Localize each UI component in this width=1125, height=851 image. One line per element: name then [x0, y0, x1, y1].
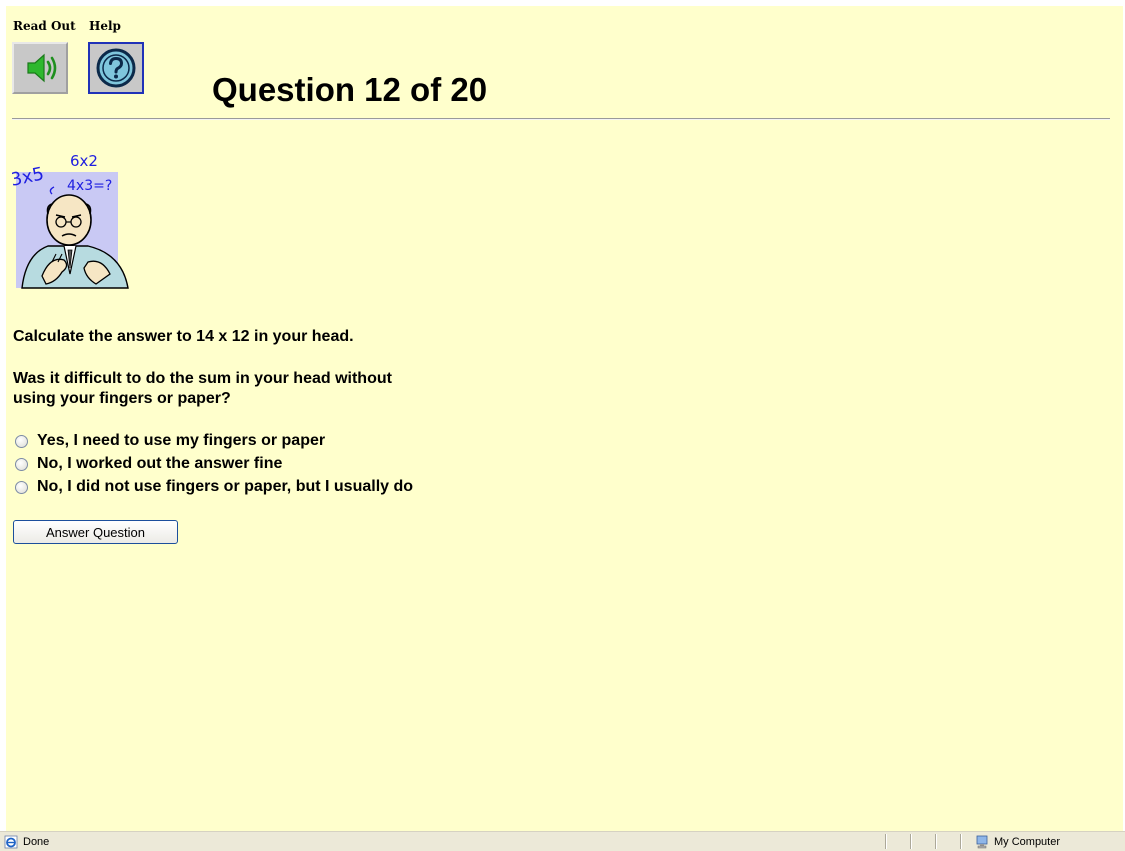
answer-option-3[interactable]: No, I did not use fingers or paper, but … — [15, 477, 413, 497]
zone-text: My Computer — [994, 836, 1061, 848]
question-mark-icon — [96, 48, 136, 88]
answer-option-2[interactable]: No, I worked out the answer fine — [15, 454, 282, 474]
computer-icon — [976, 835, 988, 849]
radio-button[interactable] — [15, 457, 28, 471]
question-prompt-line-1: Was it difficult to do the sum in your h… — [13, 370, 392, 387]
status-left: Done — [4, 835, 49, 849]
status-divider — [960, 834, 962, 849]
question-prompt-line-2: using your fingers or paper? — [13, 390, 231, 407]
radio-button[interactable] — [15, 434, 28, 448]
speaker-icon — [27, 53, 57, 83]
radio-button[interactable] — [15, 480, 28, 494]
math-text-3: 4x3=? — [67, 178, 112, 194]
help-button[interactable] — [88, 42, 144, 94]
page-title: Question 12 of 20 — [212, 71, 488, 108]
security-zone: My Computer — [975, 835, 1060, 849]
page-content — [6, 6, 1123, 831]
thinking-man-math-icon: 3x5 6x2 4x3=? — [9, 148, 134, 295]
question-instruction: Calculate the answer to 14 x 12 in your … — [13, 328, 354, 345]
read-out-label: Read Out — [13, 19, 76, 33]
math-text-2: 6x2 — [70, 152, 98, 170]
answer-question-button[interactable]: Answer Question — [13, 520, 178, 544]
answer-option-label: No, I worked out the answer fine — [37, 455, 283, 472]
answer-option-1[interactable]: Yes, I need to use my fingers or paper — [15, 431, 325, 451]
answer-option-label: No, I did not use fingers or paper, but … — [37, 478, 414, 495]
status-divider — [910, 834, 912, 849]
read-out-button[interactable] — [12, 42, 68, 94]
internet-explorer-icon — [4, 835, 18, 849]
help-label: Help — [89, 19, 121, 33]
status-divider — [935, 834, 937, 849]
status-divider — [885, 834, 887, 849]
status-bar: Done My Computer — [0, 831, 1125, 851]
answer-option-label: Yes, I need to use my fingers or paper — [37, 432, 326, 449]
status-text: Done — [23, 836, 50, 848]
header-divider — [12, 118, 1110, 120]
